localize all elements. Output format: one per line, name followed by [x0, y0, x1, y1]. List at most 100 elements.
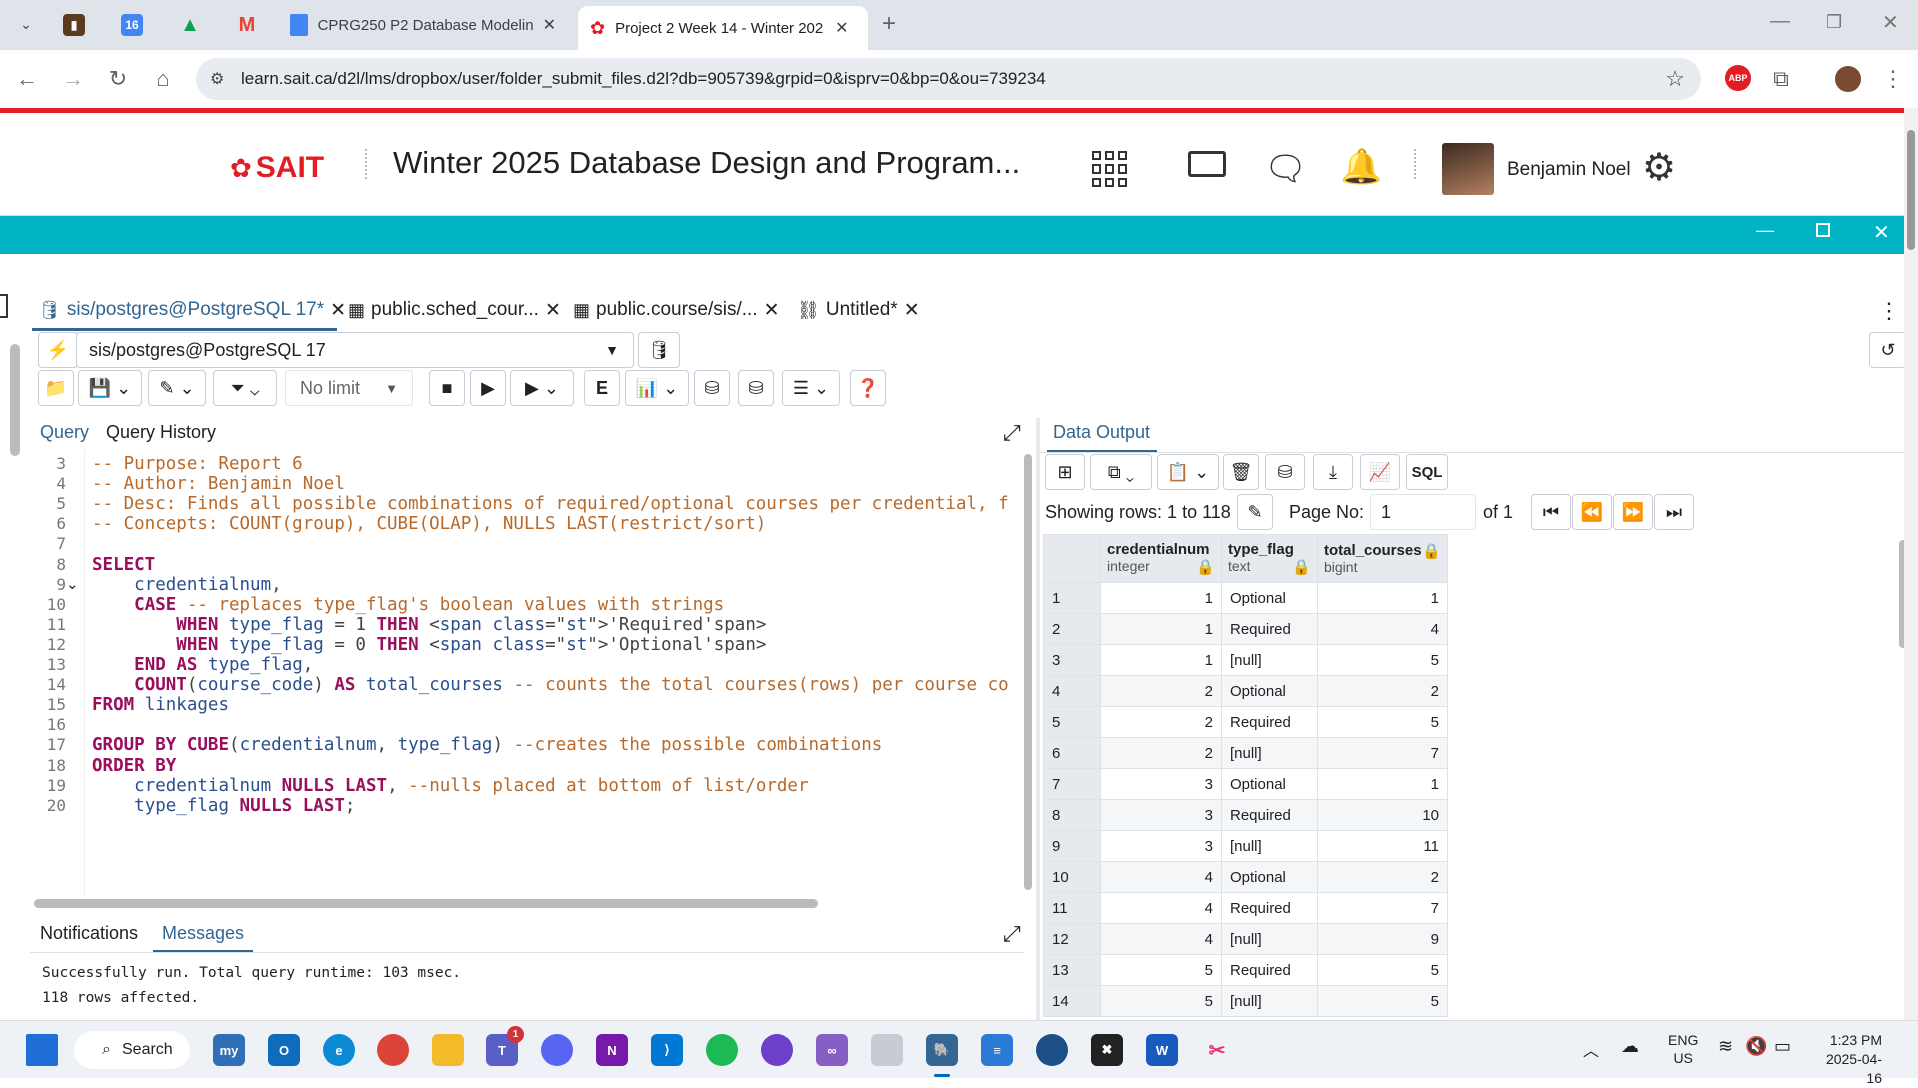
type-flag-cell[interactable]: Required: [1221, 892, 1318, 924]
language-indicator[interactable]: ENG US: [1668, 1031, 1698, 1067]
page-number-input[interactable]: 1: [1370, 494, 1476, 530]
editor-vertical-scrollbar[interactable]: [1024, 454, 1032, 890]
save-file-icon[interactable]: 💾 ⌄: [78, 370, 142, 406]
total-courses-cell[interactable]: 9: [1317, 923, 1448, 955]
table-row[interactable]: 8 3 Required 10: [1043, 799, 1448, 831]
paste-icon[interactable]: 📋 ⌄: [1157, 454, 1219, 490]
subscription-alerts-icon[interactable]: 🗨: [1264, 149, 1307, 189]
row-number-cell[interactable]: 8: [1043, 799, 1101, 831]
commit-icon[interactable]: ⛁: [694, 370, 730, 406]
type-flag-cell[interactable]: Optional: [1221, 582, 1318, 614]
copy-icon[interactable]: ⧉ ⌄: [1090, 454, 1152, 490]
help-icon[interactable]: ❓: [850, 370, 886, 406]
total-courses-cell[interactable]: 2: [1317, 861, 1448, 893]
new-tab-button[interactable]: +: [882, 10, 896, 38]
credentialnum-cell[interactable]: 5: [1100, 985, 1222, 1017]
expand-editor-icon[interactable]: ⤢: [1003, 420, 1021, 446]
terminal-app-icon[interactable]: ✖: [1091, 1034, 1123, 1066]
explain-icon[interactable]: E: [584, 370, 620, 406]
type-flag-cell[interactable]: [null]: [1221, 644, 1318, 676]
total-courses-cell[interactable]: 7: [1317, 737, 1448, 769]
previous-page-icon[interactable]: ⏪: [1572, 494, 1612, 530]
pg-close-icon[interactable]: ✕: [1873, 220, 1890, 245]
close-tab-icon[interactable]: ✕: [545, 299, 561, 322]
sql-view-button[interactable]: SQL: [1406, 454, 1448, 490]
pg-maximize-icon[interactable]: [1816, 223, 1830, 237]
pinned-tab-gmail-icon[interactable]: M: [236, 14, 258, 36]
code-line[interactable]: ORDER BY: [92, 756, 176, 776]
row-number-cell[interactable]: 10: [1043, 861, 1101, 893]
code-line[interactable]: -- Purpose: Report 6: [92, 454, 303, 474]
user-avatar[interactable]: [1442, 143, 1494, 195]
credentialnum-cell[interactable]: 4: [1100, 923, 1222, 955]
row-number-cell[interactable]: 11: [1043, 892, 1101, 924]
left-scrollbar[interactable]: [10, 344, 20, 456]
scratch-app-icon[interactable]: [871, 1034, 903, 1066]
credentialnum-cell[interactable]: 1: [1100, 644, 1222, 676]
table-row[interactable]: 9 3 [null] 11: [1043, 830, 1448, 862]
stop-query-icon[interactable]: ■: [429, 370, 465, 406]
github-desktop-app-icon[interactable]: [761, 1034, 793, 1066]
filter-icon[interactable]: ⏷ ⌄: [213, 370, 277, 406]
battery-icon[interactable]: ▭: [1774, 1036, 1791, 1057]
code-line[interactable]: FROM linkages: [92, 695, 229, 715]
pg-tab-untitled[interactable]: ⛓ Untitled* ✕: [797, 290, 920, 330]
close-tab-icon[interactable]: ✕: [330, 299, 346, 322]
column-header-type-flag[interactable]: type_flag 🔒 text: [1221, 534, 1318, 583]
notifications-tab[interactable]: Notifications: [40, 923, 138, 944]
adblock-plus-icon[interactable]: ABP: [1725, 65, 1751, 91]
connection-select[interactable]: sis/postgres@PostgreSQL 17 ▼: [76, 332, 634, 368]
home-icon[interactable]: ⌂: [148, 64, 178, 94]
last-page-icon[interactable]: ⏭: [1654, 494, 1694, 530]
address-bar[interactable]: ⚙ learn.sait.ca/d2l/lms/dropbox/user/fol…: [196, 58, 1701, 100]
pgadmin-app-icon[interactable]: 🐘: [926, 1034, 958, 1066]
visual-studio-app-icon[interactable]: ∞: [816, 1034, 848, 1066]
pg-tab-sched-course[interactable]: ▦ public.sched_cour... ✕: [348, 290, 561, 330]
monitor-app-icon[interactable]: [1036, 1034, 1068, 1066]
course-selector-grid-icon[interactable]: [1092, 151, 1128, 187]
code-line[interactable]: -- Desc: Finds all possible combinations…: [92, 494, 1009, 514]
close-tab-icon[interactable]: ✕: [835, 18, 848, 38]
tab-search-chevron-icon[interactable]: ⌄: [14, 12, 38, 36]
row-number-cell[interactable]: 12: [1043, 923, 1101, 955]
notepad-app-icon[interactable]: ≡: [981, 1034, 1013, 1066]
pg-minimize-icon[interactable]: —: [1756, 220, 1774, 241]
site-info-icon[interactable]: ⚙: [210, 69, 224, 89]
pinned-tab-bookmark-icon[interactable]: ▮: [63, 14, 85, 36]
row-number-cell[interactable]: 3: [1043, 644, 1101, 676]
type-flag-cell[interactable]: [null]: [1221, 985, 1318, 1017]
total-courses-cell[interactable]: 7: [1317, 892, 1448, 924]
download-icon[interactable]: ⤓: [1313, 454, 1353, 490]
code-line[interactable]: CASE -- replaces type_flag's boolean val…: [92, 595, 724, 615]
page-scrollbar[interactable]: [1904, 108, 1918, 1020]
credentialnum-cell[interactable]: 4: [1100, 861, 1222, 893]
snipping-tool-app-icon[interactable]: ✂: [1201, 1034, 1233, 1066]
row-limit-select[interactable]: No limit ▼: [285, 370, 413, 406]
table-row[interactable]: 6 2 [null] 7: [1043, 737, 1448, 769]
row-number-cell[interactable]: 14: [1043, 985, 1101, 1017]
minimize-window-icon[interactable]: —: [1770, 10, 1790, 33]
row-number-cell[interactable]: 13: [1043, 954, 1101, 986]
settings-gear-icon[interactable]: ⚙: [1642, 145, 1676, 190]
clock[interactable]: 1:23 PM 2025-04-16: [1812, 1031, 1882, 1088]
row-number-cell[interactable]: 7: [1043, 768, 1101, 800]
total-courses-cell[interactable]: 5: [1317, 644, 1448, 676]
table-row[interactable]: 1 1 Optional 1: [1043, 582, 1448, 614]
onenote-app-icon[interactable]: N: [596, 1034, 628, 1066]
close-tab-icon[interactable]: ✕: [904, 299, 920, 322]
sql-editor[interactable]: 3 -- Purpose: Report 6 4 -- Author: Benjami…: [30, 450, 1023, 893]
wifi-icon[interactable]: ≋: [1718, 1036, 1733, 1057]
type-flag-cell[interactable]: Required: [1221, 954, 1318, 986]
open-file-icon[interactable]: 📁: [38, 370, 74, 406]
code-line[interactable]: -- Concepts: COUNT(group), CUBE(OLAP), N…: [92, 514, 766, 534]
messages-tab[interactable]: Messages: [162, 923, 244, 944]
row-number-cell[interactable]: 2: [1043, 613, 1101, 645]
code-line[interactable]: type_flag NULLS LAST;: [92, 796, 355, 816]
table-row[interactable]: 2 1 Required 4: [1043, 613, 1448, 645]
close-tab-icon[interactable]: ✕: [543, 15, 556, 35]
browser-tab-cprg250[interactable]: CPRG250 P2 Database Modelin ✕: [278, 8, 568, 42]
delete-icon[interactable]: 🗑: [1223, 454, 1259, 490]
first-page-icon[interactable]: ⏮: [1531, 494, 1571, 530]
edit-pencil-icon[interactable]: ✎ ⌄: [148, 370, 206, 406]
table-row[interactable]: 10 4 Optional 2: [1043, 861, 1448, 893]
